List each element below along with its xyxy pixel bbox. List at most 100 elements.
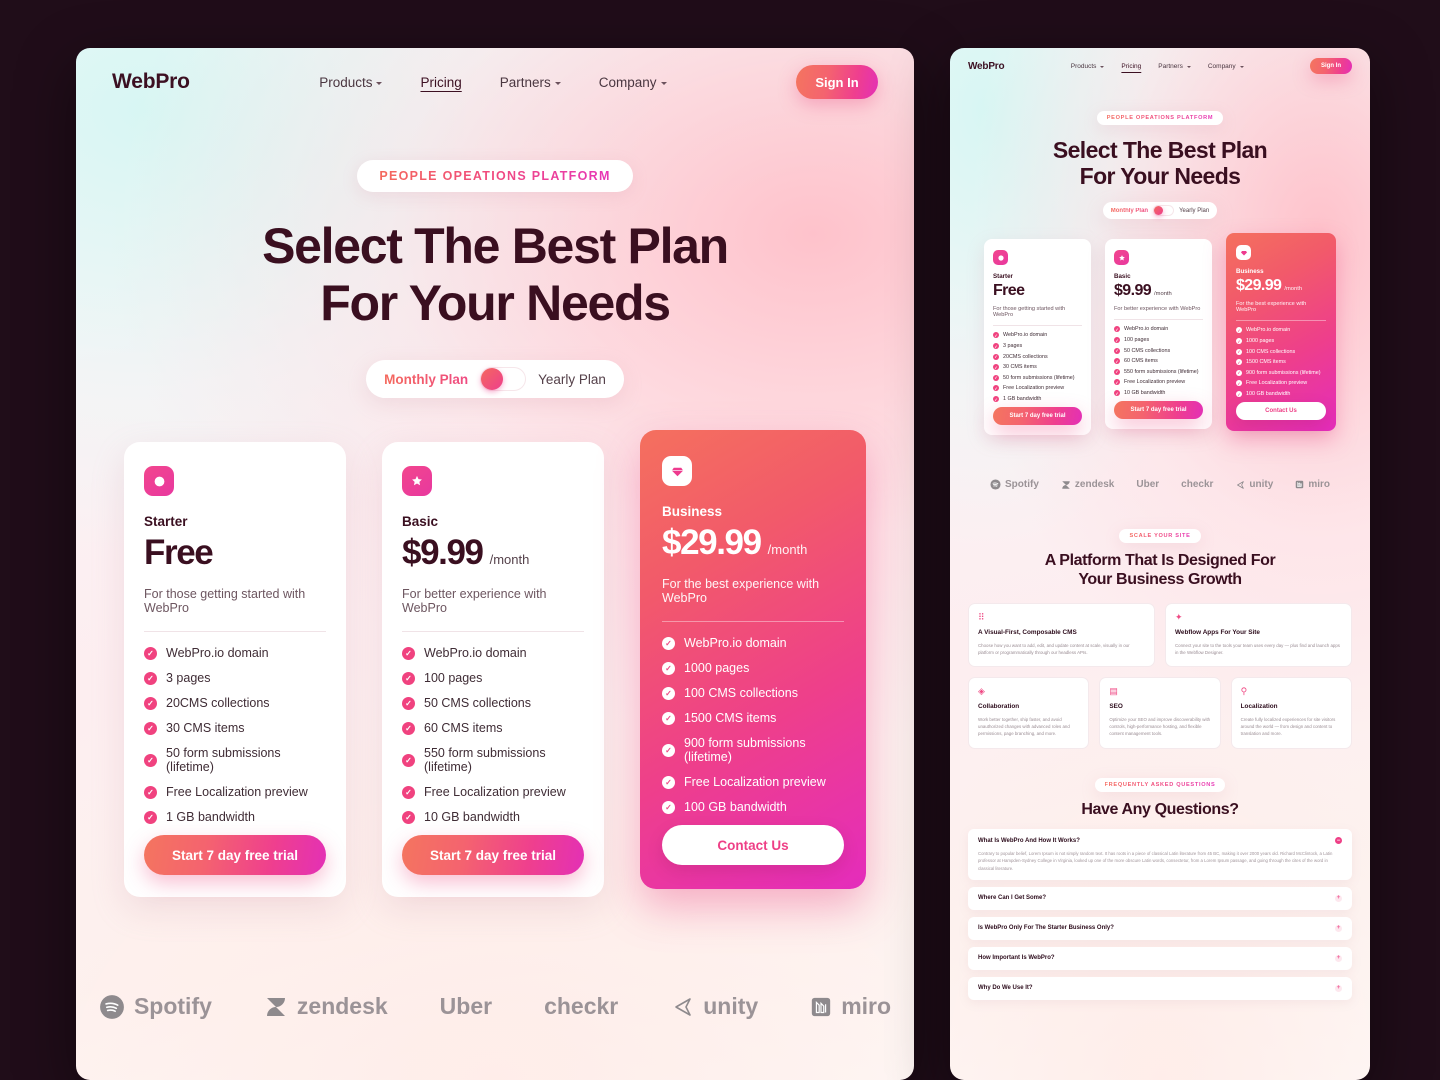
plan-cta-button[interactable]: Contact Us bbox=[1236, 402, 1326, 420]
nav-item-company[interactable]: Company bbox=[1208, 63, 1244, 70]
toggle-label-monthly[interactable]: Monthly Plan bbox=[1111, 208, 1148, 214]
billing-switch[interactable] bbox=[1153, 205, 1175, 217]
faq-header[interactable]: Is WebPro Only For The Starter Business … bbox=[978, 924, 1342, 932]
feature-label: WebPro.io domain bbox=[684, 636, 787, 650]
billing-period-toggle[interactable]: Monthly Plan Yearly Plan bbox=[366, 360, 624, 398]
feature-row: ◈ Collaboration Work better together, sh… bbox=[968, 677, 1352, 749]
nav-item-products[interactable]: Products bbox=[1071, 63, 1105, 70]
feature-label: 1 GB bandwidth bbox=[166, 810, 255, 824]
faq-header[interactable]: What Is WebPro And How It Works? − bbox=[978, 837, 1342, 845]
faq-header[interactable]: Why Do We Use It? + bbox=[978, 984, 1342, 992]
feature-card-localization[interactable]: ⚲ Localization Create fully localized ex… bbox=[1230, 677, 1352, 749]
feature-label: 50 form submissions (lifetime) bbox=[1003, 374, 1075, 381]
check-icon: ✓ bbox=[662, 661, 675, 675]
check-icon: ✓ bbox=[993, 343, 999, 350]
plus-icon[interactable]: + bbox=[1335, 924, 1342, 932]
page-title-line-1: Select The Best Plan bbox=[262, 218, 729, 274]
nav-item-pricing[interactable]: Pricing bbox=[1121, 63, 1141, 70]
billing-switch[interactable] bbox=[480, 367, 527, 391]
sign-in-button[interactable]: Sign In bbox=[796, 65, 878, 99]
list-item: ✓ WebPro.io domain bbox=[662, 636, 844, 650]
logo-label: miro bbox=[841, 993, 892, 1019]
star-icon bbox=[1114, 250, 1129, 266]
check-icon: ✓ bbox=[402, 671, 415, 685]
list-item: ✓ Free Localization preview bbox=[662, 775, 844, 789]
toggle-label-yearly[interactable]: Yearly Plan bbox=[1179, 208, 1209, 214]
plan-feature-list: ✓ WebPro.io domain ✓ 100 pages ✓ 50 CMS col… bbox=[1114, 326, 1203, 396]
feature-body: Optimize your SEO and improve discoverab… bbox=[1109, 717, 1211, 736]
feature-card-apps[interactable]: ✦ Webflow Apps For Your Site Connect you… bbox=[1165, 603, 1352, 668]
nav-item-partners[interactable]: Partners bbox=[1158, 63, 1191, 70]
list-item: ✓ 100 pages bbox=[1114, 337, 1203, 344]
feature-label: 550 form submissions (lifetime) bbox=[1124, 368, 1199, 375]
feature-title: Localization bbox=[1240, 703, 1278, 711]
logo-checkr: checkr bbox=[544, 993, 618, 1020]
toggle-label-monthly[interactable]: Monthly Plan bbox=[384, 372, 468, 387]
plan-price-row: Free bbox=[144, 533, 326, 573]
check-icon: ✓ bbox=[662, 711, 675, 725]
divider bbox=[1114, 319, 1203, 321]
feature-body: Connect your site to the tools your team… bbox=[1175, 642, 1340, 655]
plan-cta-button[interactable]: Start 7 day free trial bbox=[993, 407, 1082, 425]
plus-icon[interactable]: + bbox=[1335, 984, 1342, 992]
brand-logo[interactable]: WebPro bbox=[968, 61, 1005, 72]
plan-feature-list: ✓ WebPro.io domain ✓ 100 pages ✓ 50 CMS col… bbox=[402, 646, 584, 824]
list-item: ✓ Free Localization preview bbox=[1114, 379, 1203, 386]
list-item: ✓ WebPro.io domain bbox=[402, 646, 584, 660]
faq-item[interactable]: What Is WebPro And How It Works? − Contr… bbox=[968, 829, 1352, 880]
plan-cta-button[interactable]: Start 7 day free trial bbox=[1114, 401, 1203, 419]
pricing-card-business: Business $29.99 /month For the best expe… bbox=[1226, 233, 1336, 431]
faq-header[interactable]: How Important Is WebPro? + bbox=[978, 954, 1342, 962]
diamond-icon: ◈ bbox=[978, 686, 985, 697]
plus-icon[interactable]: + bbox=[1335, 954, 1342, 962]
nav-item-company[interactable]: Company bbox=[599, 75, 667, 90]
feature-label: 100 CMS collections bbox=[684, 686, 798, 700]
toggle-label-yearly[interactable]: Yearly Plan bbox=[538, 372, 606, 387]
faq-item[interactable]: Why Do We Use It? + bbox=[968, 976, 1352, 1000]
page-title-line-2: For Your Needs bbox=[1079, 163, 1241, 190]
plan-description: For better experience with WebPro bbox=[402, 587, 547, 615]
feature-label: 1500 CMS items bbox=[684, 711, 777, 725]
plan-cta-button[interactable]: Start 7 day free trial bbox=[402, 835, 584, 875]
feature-label: 100 pages bbox=[1124, 337, 1150, 344]
scale-badge: SCALE YOUR SITE bbox=[1119, 529, 1201, 543]
logo-zendesk: zendesk bbox=[264, 993, 388, 1020]
nav-item-pricing[interactable]: Pricing bbox=[420, 75, 461, 90]
feature-label: 1000 pages bbox=[684, 661, 750, 675]
feature-title: Webflow Apps For Your Site bbox=[1175, 629, 1260, 637]
feature-label: 100 GB bandwidth bbox=[1246, 391, 1291, 397]
sign-in-button[interactable]: Sign In bbox=[1310, 58, 1352, 74]
nav-item-label: Company bbox=[598, 74, 657, 90]
check-icon: ✓ bbox=[993, 332, 999, 339]
check-icon: ✓ bbox=[144, 696, 157, 710]
nav-item-partners[interactable]: Partners bbox=[500, 75, 561, 90]
feature-label: 100 pages bbox=[424, 671, 483, 685]
plan-name: Business bbox=[1236, 268, 1264, 276]
feature-body: Create fully localized experiences for s… bbox=[1240, 717, 1336, 736]
plan-cta-button[interactable]: Contact Us bbox=[662, 825, 844, 865]
faq-header[interactable]: Where Can I Get Some? + bbox=[978, 894, 1342, 902]
plan-description: For those getting started with WebPro bbox=[993, 306, 1066, 319]
faq-item[interactable]: Where Can I Get Some? + bbox=[968, 886, 1352, 910]
minus-icon[interactable]: − bbox=[1335, 837, 1342, 845]
list-item: ✓ WebPro.io domain bbox=[993, 332, 1082, 339]
plan-price: $9.99 bbox=[1114, 282, 1152, 300]
brand-logo[interactable]: WebPro bbox=[112, 70, 190, 94]
feature-card-cms[interactable]: ⠿ A Visual-First, Composable CMS Choose … bbox=[968, 603, 1155, 668]
nav-item-products[interactable]: Products bbox=[319, 75, 383, 90]
faq-answer: Contrary to popular belief, Lorem Ipsum … bbox=[978, 851, 1333, 871]
faq-item[interactable]: How Important Is WebPro? + bbox=[968, 946, 1352, 970]
billing-period-toggle[interactable]: Monthly Plan Yearly Plan bbox=[1102, 202, 1218, 220]
plan-cta-button[interactable]: Start 7 day free trial bbox=[144, 835, 326, 875]
feature-card-collaboration[interactable]: ◈ Collaboration Work better together, sh… bbox=[968, 677, 1090, 749]
faq-item[interactable]: Is WebPro Only For The Starter Business … bbox=[968, 916, 1352, 940]
chevron-down-icon bbox=[376, 81, 383, 85]
chevron-down-icon bbox=[1186, 66, 1191, 68]
feature-label: 50 CMS collections bbox=[1124, 347, 1171, 354]
feature-card-seo[interactable]: ▤ SEO Optimize your SEO and improve disc… bbox=[1099, 677, 1221, 749]
feature-label: 3 pages bbox=[166, 671, 211, 685]
feature-label: 100 CMS collections bbox=[1246, 348, 1296, 355]
check-icon: ✓ bbox=[402, 810, 415, 824]
plus-icon[interactable]: + bbox=[1335, 894, 1342, 902]
check-icon: ✓ bbox=[993, 396, 999, 402]
